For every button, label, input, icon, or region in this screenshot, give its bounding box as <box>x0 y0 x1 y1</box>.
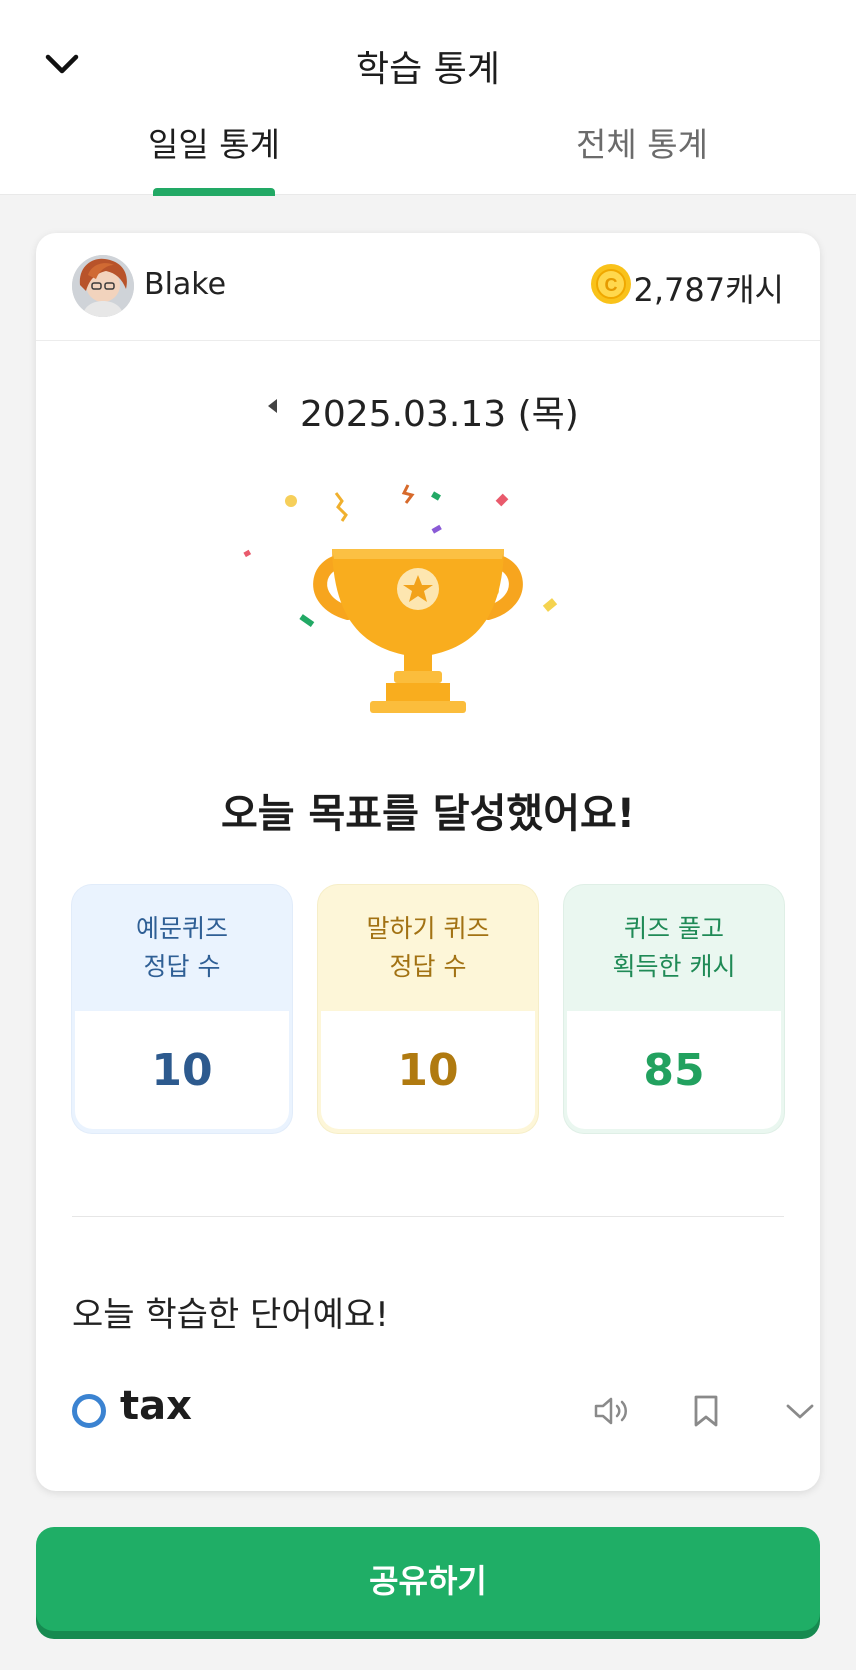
prev-date-button[interactable] <box>258 391 288 421</box>
svg-text:C: C <box>605 275 618 295</box>
username: Blake <box>144 267 227 302</box>
word-text: tax <box>120 1383 192 1429</box>
header: 학습 통계 일일 통계 전체 통계 <box>0 0 856 196</box>
learned-words-title: 오늘 학습한 단어예요! <box>72 1295 389 1335</box>
pronounce-button[interactable] <box>590 1389 634 1433</box>
stat-label: 말하기 퀴즈 정답 수 <box>366 914 490 981</box>
bookmark-icon <box>694 1395 718 1427</box>
stat-card-earned-cash: 퀴즈 풀고 획득한 캐시 85 <box>564 885 784 1133</box>
triangle-left-icon <box>268 399 277 413</box>
stat-label: 퀴즈 풀고 획득한 캐시 <box>612 914 736 981</box>
stat-label: 예문퀴즈 정답 수 <box>135 914 228 981</box>
goal-achieved-message: 오늘 목표를 달성했어요! <box>220 791 636 837</box>
trophy-icon <box>243 484 558 713</box>
tab-daily-stats[interactable]: 일일 통계 <box>84 118 344 166</box>
stat-value: 10 <box>321 1011 535 1129</box>
coin-balance: 2,787캐시 <box>633 271 785 309</box>
bookmark-button[interactable] <box>684 1389 728 1433</box>
stat-value: 85 <box>567 1011 781 1129</box>
daily-stats-card: Blake C 2,787캐시 2025.03.13 (목) 오늘 목표를 달성… <box>36 233 820 1491</box>
avatar <box>72 255 134 317</box>
stat-value: 10 <box>75 1011 289 1129</box>
stat-card-example-quiz: 예문퀴즈 정답 수 10 <box>72 885 292 1133</box>
tab-total-stats[interactable]: 전체 통계 <box>512 118 772 166</box>
speaker-icon <box>594 1397 627 1425</box>
word-list-item[interactable]: tax <box>72 1373 814 1453</box>
current-date: 2025.03.13 (목) <box>300 394 579 435</box>
trophy-illustration <box>236 481 616 731</box>
page-title: 학습 통계 <box>356 49 500 90</box>
active-tab-indicator <box>153 188 275 196</box>
date-navigator: 2025.03.13 (목) <box>36 381 820 435</box>
share-button[interactable]: 공유하기 <box>36 1527 820 1631</box>
correct-mark-icon <box>72 1394 106 1428</box>
divider <box>72 1216 784 1217</box>
coin-icon: C <box>591 264 631 304</box>
chevron-down-icon <box>786 1404 814 1419</box>
expand-word-button[interactable] <box>778 1389 820 1433</box>
stat-card-speaking-quiz: 말하기 퀴즈 정답 수 10 <box>318 885 538 1133</box>
profile-row: Blake C 2,787캐시 <box>36 233 820 341</box>
